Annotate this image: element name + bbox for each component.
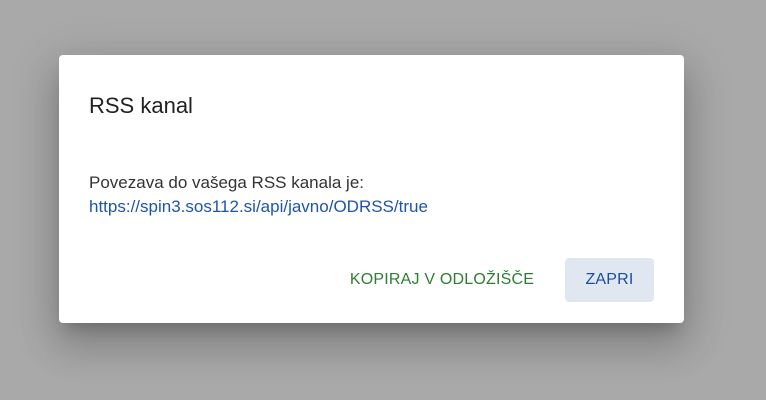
rss-feed-link[interactable]: https://spin3.sos112.si/api/javno/ODRSS/… [89,196,428,218]
close-button[interactable]: ZAPRI [565,258,654,302]
dialog-description: Povezava do vašega RSS kanala je: [89,173,365,192]
rss-dialog: RSS kanal Povezava do vašega RSS kanala … [59,55,684,323]
copy-to-clipboard-button[interactable]: KOPIRAJ V ODLOŽIŠČE [342,258,542,302]
dialog-title: RSS kanal [89,93,193,118]
